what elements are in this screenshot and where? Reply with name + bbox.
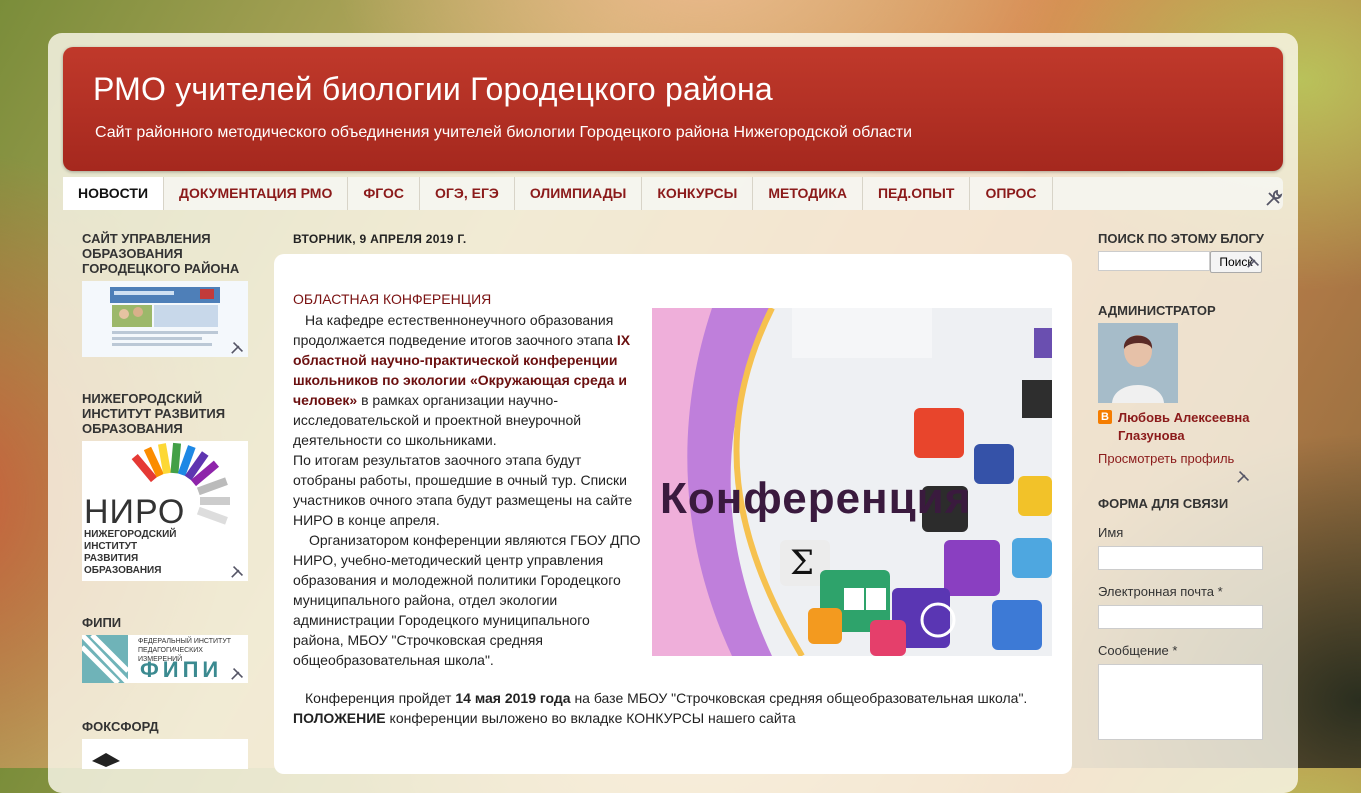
post-paragraph-4-date: 14 мая 2019 года xyxy=(455,690,571,706)
widget-title-niro: НИЖЕГОРОДСКИЙ ИНСТИТУТ РАЗВИТИЯ ОБРАЗОВА… xyxy=(82,391,226,436)
post-body: На кафедре естественнонеучного образован… xyxy=(293,310,643,670)
name-label: Имя xyxy=(1098,525,1124,540)
post-paragraph-5-end: конференции выложено во вкладке КОНКУРСЫ… xyxy=(385,710,796,726)
widget-title-fipi: ФИПИ xyxy=(82,615,122,630)
post-date: ВТОРНИК, 9 АПРЕЛЯ 2019 Г. xyxy=(293,232,467,246)
education-dept-thumbnail[interactable] xyxy=(82,281,248,357)
post-paragraph-4-end: на базе МБОУ "Строчковская средняя общео… xyxy=(570,690,1028,706)
blog-description: Сайт районного методического объединения… xyxy=(95,124,913,141)
name-field[interactable] xyxy=(1098,546,1263,570)
svg-text:Σ: Σ xyxy=(790,543,814,583)
view-profile-link[interactable]: Просмотреть профиль xyxy=(1098,451,1268,466)
post-title[interactable]: ОБЛАСТНАЯ КОНФЕРЕНЦИЯ xyxy=(293,291,491,307)
tab-ped-experience[interactable]: ПЕД.ОПЫТ xyxy=(863,177,971,210)
wrench-screwdriver-icon[interactable] xyxy=(1244,253,1264,273)
post-body-wide: Конференция пройдет 14 мая 2019 года на … xyxy=(293,688,1053,728)
widget-title-admin: АДМИНИСТРАТОР xyxy=(1098,303,1216,318)
widget-title-contact: ФОРМА ДЛЯ СВЯЗИ xyxy=(1098,496,1229,511)
niro-logo[interactable]: НИРО НИЖЕГОРОДСКИЙ ИНСТИТУТ РАЗВИТИЯ ОБР… xyxy=(82,441,248,581)
widget-title-education-dept: САЙТ УПРАВЛЕНИЯ ОБРАЗОВАНИЯ ГОРОДЕЦКОГО … xyxy=(82,231,240,276)
widget-title-search: ПОИСК ПО ЭТОМУ БЛОГУ xyxy=(1098,231,1265,246)
blog-title[interactable]: РМО учителей биологии Городецкого района xyxy=(93,71,773,108)
post-card: ОБЛАСТНАЯ КОНФЕРЕНЦИЯ На кафедре естеств… xyxy=(274,254,1072,774)
tab-documentation[interactable]: ДОКУМЕНТАЦИЯ РМО xyxy=(164,177,349,210)
post-paragraph-2: По итогам результатов заочного этапа буд… xyxy=(293,452,633,528)
foxford-logo[interactable] xyxy=(82,739,248,769)
fipi-logo-text: ФИПИ xyxy=(140,657,223,682)
conference-image[interactable]: Σ Конференция xyxy=(652,308,1052,656)
blog-header: РМО учителей биологии Городецкого района… xyxy=(63,47,1283,171)
message-field[interactable] xyxy=(1098,664,1263,740)
email-label: Электронная почта * xyxy=(1098,584,1223,599)
search-input[interactable] xyxy=(1098,251,1210,271)
tab-news[interactable]: НОВОСТИ xyxy=(63,177,165,210)
wrench-screwdriver-icon[interactable] xyxy=(228,339,248,357)
email-field[interactable] xyxy=(1098,605,1263,629)
niro-logo-subtitle: НИЖЕГОРОДСКИЙ ИНСТИТУТ РАЗВИТИЯ ОБРАЗОВА… xyxy=(84,529,177,576)
fipi-logo[interactable]: ФЕДЕРАЛЬНЫЙ ИНСТИТУТ ПЕДАГОГИЧЕСКИХ ИЗМЕ… xyxy=(82,635,248,683)
conference-image-word: Конференция xyxy=(660,474,972,523)
tab-olympiads[interactable]: ОЛИМПИАДЫ xyxy=(515,177,643,210)
wrench-screwdriver-icon[interactable] xyxy=(1234,468,1254,488)
avatar[interactable] xyxy=(1098,323,1178,403)
wrench-screwdriver-icon[interactable] xyxy=(228,665,248,683)
blogger-icon: B xyxy=(1098,410,1112,424)
wrench-screwdriver-icon[interactable] xyxy=(1264,189,1284,209)
tab-fgos[interactable]: ФГОС xyxy=(348,177,421,210)
tab-oge-ege[interactable]: ОГЭ, ЕГЭ xyxy=(420,177,515,210)
widget-title-foxford: ФОКСФОРД xyxy=(82,719,159,734)
post-paragraph-1-start: На кафедре естественнонеучного образован… xyxy=(293,312,617,348)
message-label: Сообщение * xyxy=(1098,643,1178,658)
admin-name-link[interactable]: Любовь Алексеевна Глазунова xyxy=(1118,410,1249,443)
wrench-screwdriver-icon[interactable] xyxy=(228,563,248,581)
post-paragraph-4-start: Конференция пройдет xyxy=(305,690,456,706)
post-paragraph-3: Организатором конференции являются ГБОУ … xyxy=(293,532,641,668)
post-paragraph-5-bold: ПОЛОЖЕНИЕ xyxy=(293,710,386,726)
niro-logo-text: НИРО xyxy=(84,493,186,531)
tab-contests[interactable]: КОНКУРСЫ xyxy=(642,177,754,210)
nav-tabs: НОВОСТИ ДОКУМЕНТАЦИЯ РМО ФГОС ОГЭ, ЕГЭ О… xyxy=(63,177,1283,210)
tab-poll[interactable]: ОПРОС xyxy=(970,177,1053,210)
tab-methods[interactable]: МЕТОДИКА xyxy=(753,177,863,210)
left-sidebar: САЙТ УПРАВЛЕНИЯ ОБРАЗОВАНИЯ ГОРОДЕЦКОГО … xyxy=(82,231,252,769)
